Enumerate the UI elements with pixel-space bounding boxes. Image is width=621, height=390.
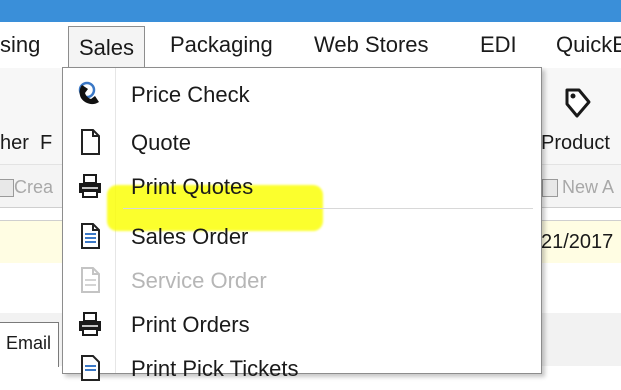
printer-icon: [79, 312, 101, 336]
menu-item-label: Print Pick Tickets: [131, 356, 299, 381]
menu-item-web-stores[interactable]: Web Stores: [314, 30, 429, 60]
ribbon-left-label-2: F: [40, 132, 53, 154]
menu-item-sales-order[interactable]: Sales Order: [63, 214, 541, 258]
tab-email[interactable]: Email: [0, 322, 59, 367]
menu-bar: sing Sales Packaging Web Stores EDI Quic…: [0, 22, 621, 69]
menu-item-label: Sales Order: [131, 224, 249, 249]
menu-item-label: Print Quotes: [131, 174, 254, 199]
document-lines-icon: [81, 223, 100, 249]
menu-separator: [123, 208, 533, 209]
menu-item-price-check[interactable]: Price Check: [63, 72, 541, 116]
menu-item-print-pick-tickets[interactable]: Print Pick Tickets: [63, 346, 541, 390]
menu-item-print-orders[interactable]: Print Orders: [63, 302, 541, 346]
menu-item-label: Price Check: [131, 82, 250, 107]
menu-item-quickbooks[interactable]: QuickE: [556, 30, 621, 60]
product-tag-icon[interactable]: [561, 86, 593, 122]
title-bar: [0, 0, 621, 22]
menu-item-service-order: Service Order: [63, 258, 541, 302]
menu-item-purchasing[interactable]: sing: [0, 30, 40, 60]
date-field[interactable]: 21/2017: [541, 231, 613, 254]
toolbar-new-button[interactable]: New A: [562, 177, 614, 198]
menu-item-edi[interactable]: EDI: [480, 30, 517, 60]
create-icon: [0, 179, 14, 197]
sales-dropdown-menu: Price Check Quote Print Quotes Sales Ord…: [62, 67, 542, 381]
menu-item-label: Service Order: [131, 268, 267, 293]
menu-item-packaging[interactable]: Packaging: [170, 30, 273, 60]
printer-icon: [79, 174, 101, 198]
menu-item-label: Quote: [131, 130, 191, 155]
ribbon-left-label: her: [0, 132, 29, 154]
toolbar-create-button[interactable]: Crea: [14, 177, 53, 198]
document-icon: [81, 129, 100, 155]
document-icon: [81, 267, 100, 293]
price-check-icon: [78, 81, 99, 105]
new-icon: [542, 179, 558, 197]
menu-item-label: Print Orders: [131, 312, 250, 337]
menu-item-sales[interactable]: Sales: [68, 26, 146, 69]
menu-item-print-quotes[interactable]: Print Quotes: [63, 164, 541, 208]
document-lines-icon: [81, 355, 100, 381]
tab-email-label: Email: [6, 333, 52, 353]
ribbon-product-label[interactable]: Product: [541, 132, 610, 155]
menu-item-quote[interactable]: Quote: [63, 120, 541, 164]
